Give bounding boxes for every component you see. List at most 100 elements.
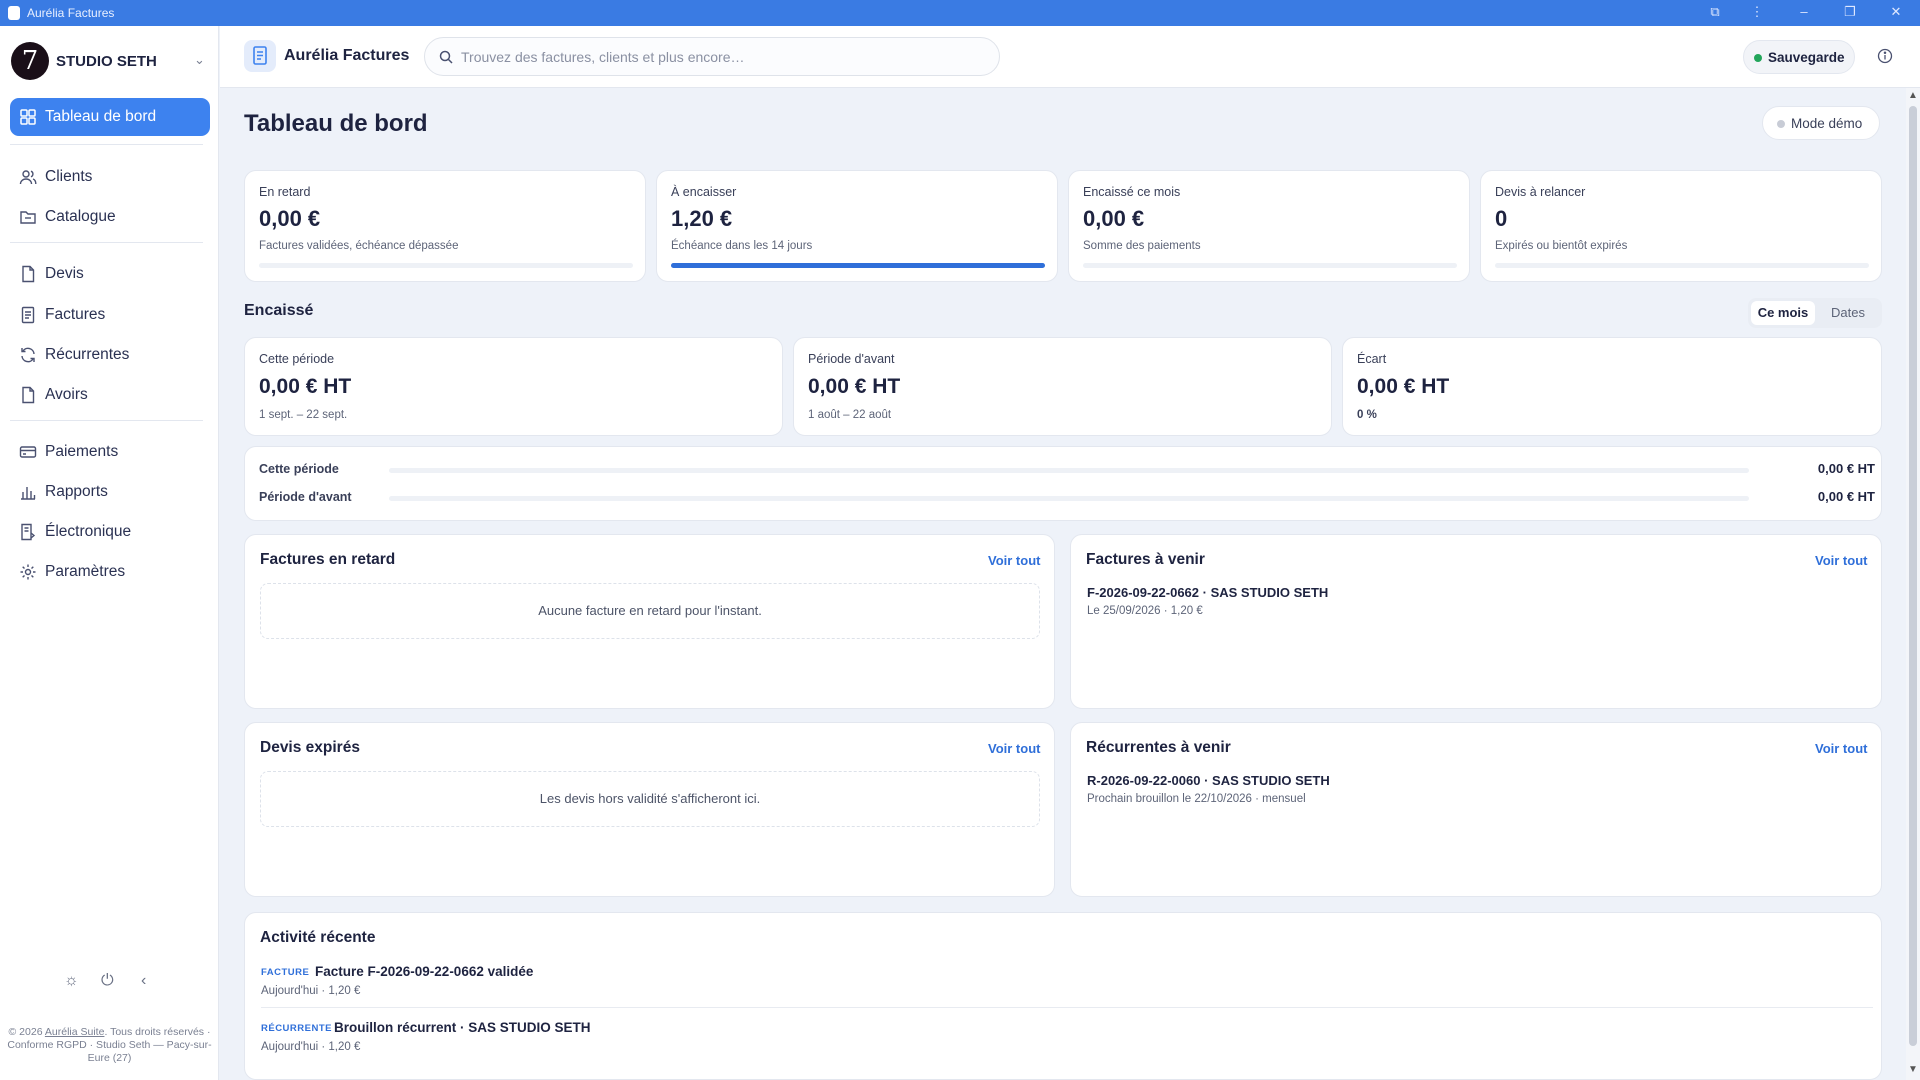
- sidebar-item-recurrentes[interactable]: Récurrentes: [10, 336, 210, 374]
- tab-dates[interactable]: Dates: [1818, 301, 1878, 325]
- demo-status-dot: [1777, 120, 1785, 128]
- chevron-down-icon[interactable]: ⌄: [194, 52, 205, 68]
- sidebar: 7 STUDIO SETH ⌄ Tableau de bord Clients …: [0, 26, 219, 1080]
- kpi-card-devis-a-relancer[interactable]: Devis à relancer 0 Expirés ou bientôt ex…: [1480, 170, 1882, 282]
- save-label: Sauvegarde: [1768, 50, 1845, 65]
- period-label: Période d'avant: [808, 352, 895, 366]
- sidebar-item-catalogue[interactable]: Catalogue: [10, 198, 210, 236]
- upcoming-invoice-subtitle: Le 25/09/2026 · 1,20 €: [1087, 605, 1203, 617]
- search-bar[interactable]: [424, 37, 1000, 76]
- panel-title: Activité récente: [260, 929, 376, 946]
- scroll-up-icon[interactable]: ▲: [1908, 90, 1918, 101]
- info-icon[interactable]: [1877, 48, 1893, 64]
- activity-title[interactable]: Brouillon récurrent · SAS STUDIO SETH: [334, 1020, 591, 1035]
- kpi-value: 0: [1495, 206, 1508, 231]
- activity-tag: FACTURE: [261, 967, 310, 978]
- kpi-progress-track: [259, 263, 633, 268]
- upcoming-recurring-title[interactable]: R-2026-09-22-0060 · SAS STUDIO SETH: [1087, 773, 1330, 788]
- save-status-button[interactable]: Sauvegarde: [1743, 40, 1855, 74]
- kpi-card-encaisse-ce-mois[interactable]: Encaissé ce mois 0,00 € Somme des paieme…: [1068, 170, 1470, 282]
- comparison-bar: [389, 468, 1749, 473]
- sidebar-item-clients[interactable]: Clients: [10, 158, 210, 196]
- brand-logo: 7: [11, 42, 49, 80]
- credit-note-icon: [22, 386, 35, 404]
- kpi-card-en-retard[interactable]: En retard 0,00 € Factures validées, éché…: [244, 170, 646, 282]
- invoice-icon: [21, 306, 35, 324]
- sidebar-item-avoirs[interactable]: Avoirs: [10, 376, 210, 414]
- sidebar-item-factures[interactable]: Factures: [10, 296, 210, 334]
- period-segmented-control: Ce mois Dates: [1748, 298, 1882, 328]
- status-ok-dot: [1754, 54, 1762, 62]
- panel-factures-en-retard: Factures en retard Voir tout Aucune fact…: [244, 534, 1055, 709]
- voir-tout-link[interactable]: Voir tout: [1815, 741, 1867, 756]
- sidebar-item-tableau-de-bord[interactable]: Tableau de bord: [10, 98, 210, 136]
- scroll-down-icon[interactable]: ▼: [1908, 1064, 1918, 1075]
- activity-subtitle: Aujourd'hui · 1,20 €: [261, 1041, 361, 1053]
- main-scrollbar[interactable]: ▲ ▼: [1906, 88, 1920, 1080]
- panel-recurrentes-a-venir: Récurrentes à venir Voir tout R-2026-09-…: [1070, 722, 1882, 897]
- top-bar: Aurélia Factures Sauvegarde: [220, 26, 1920, 88]
- tab-ce-mois[interactable]: Ce mois: [1751, 301, 1815, 325]
- empty-state: Aucune facture en retard pour l'instant.: [260, 583, 1040, 639]
- empty-state: Les devis hors validité s'afficheront ic…: [260, 771, 1040, 827]
- theme-toggle-sun-icon[interactable]: ☼: [64, 972, 79, 990]
- voir-tout-link[interactable]: Voir tout: [988, 553, 1040, 568]
- panel-title: Factures en retard: [260, 551, 396, 568]
- footer-link[interactable]: Aurélia Suite: [45, 1026, 105, 1038]
- kpi-progress-track: [1495, 263, 1869, 268]
- activity-title[interactable]: Facture F-2026-09-22-0662 validée: [315, 964, 533, 979]
- panel-title: Factures à venir: [1086, 551, 1205, 568]
- sidebar-item-label: Clients: [45, 168, 93, 185]
- kpi-card-a-encaisser[interactable]: À encaisser 1,20 € Échéance dans les 14 …: [656, 170, 1058, 282]
- sidebar-item-electronique[interactable]: Électronique: [10, 513, 210, 551]
- demo-label: Mode démo: [1791, 116, 1863, 131]
- refresh-icon: [21, 347, 35, 363]
- comparison-value: 0,00 € HT: [1817, 461, 1875, 476]
- extension-icon[interactable]: ⧉: [1706, 4, 1724, 20]
- period-card-previous: Période d'avant 0,00 € HT 1 août – 22 ao…: [793, 337, 1332, 436]
- sidebar-item-rapports[interactable]: Rapports: [10, 473, 210, 511]
- card-icon: [19, 446, 37, 458]
- demo-mode-button[interactable]: Mode démo: [1762, 106, 1880, 140]
- sidebar-item-label: Tableau de bord: [45, 108, 157, 125]
- sidebar-item-devis[interactable]: Devis: [10, 255, 210, 293]
- search-icon: [439, 50, 453, 64]
- footer-copyright: © 2026: [8, 1026, 45, 1038]
- search-input[interactable]: [461, 47, 981, 67]
- window-title: Aurélia Factures: [27, 6, 115, 20]
- sidebar-item-label: Factures: [45, 306, 106, 323]
- upcoming-invoice-title[interactable]: F-2026-09-22-0662 · SAS STUDIO SETH: [1087, 585, 1328, 600]
- period-comparison-card: Cette période 0,00 € HT Période d'avant …: [244, 446, 1882, 521]
- minimize-icon[interactable]: –: [1795, 4, 1813, 19]
- kpi-subtitle: Échéance dans les 14 jours: [671, 240, 813, 252]
- sidebar-item-paiements[interactable]: Paiements: [10, 433, 210, 471]
- sidebar-footer: © 2026 Aurélia Suite. Tous droits réserv…: [7, 1026, 212, 1065]
- close-icon[interactable]: ✕: [1887, 4, 1905, 20]
- kpi-value: 0,00 €: [259, 206, 321, 231]
- kpi-subtitle: Somme des paiements: [1083, 240, 1201, 252]
- sidebar-item-label: Paiements: [45, 443, 119, 460]
- voir-tout-link[interactable]: Voir tout: [988, 741, 1040, 756]
- collapse-sidebar-icon[interactable]: ‹: [141, 972, 146, 990]
- sidebar-item-label: Rapports: [45, 483, 108, 500]
- power-icon[interactable]: ⏻: [101, 972, 114, 990]
- kebab-icon[interactable]: ⋮: [1748, 4, 1766, 20]
- document-icon: [22, 265, 35, 283]
- sidebar-item-label: Paramètres: [45, 563, 126, 580]
- invoice-app-icon: [244, 40, 276, 72]
- panel-devis-expires: Devis expirés Voir tout Les devis hors v…: [244, 722, 1055, 897]
- workspace-switcher[interactable]: 7 STUDIO SETH ⌄: [11, 42, 211, 82]
- panel-title: Récurrentes à venir: [1086, 739, 1231, 756]
- period-label: Cette période: [259, 352, 335, 366]
- voir-tout-link[interactable]: Voir tout: [1815, 553, 1867, 568]
- scrollbar-thumb[interactable]: [1909, 106, 1917, 1046]
- kpi-value: 1,20 €: [671, 206, 733, 231]
- sidebar-item-parametres[interactable]: Paramètres: [10, 553, 210, 591]
- period-card-current: Cette période 0,00 € HT 1 sept. – 22 sep…: [244, 337, 783, 436]
- folder-icon: [20, 211, 36, 224]
- app-logo-icon: [8, 6, 20, 20]
- activity-tag: RÉCURRENTE: [261, 1023, 332, 1034]
- kpi-progress-fill: [671, 263, 1045, 268]
- restore-icon[interactable]: ❐: [1841, 4, 1859, 20]
- panel-title: Devis expirés: [260, 739, 360, 756]
